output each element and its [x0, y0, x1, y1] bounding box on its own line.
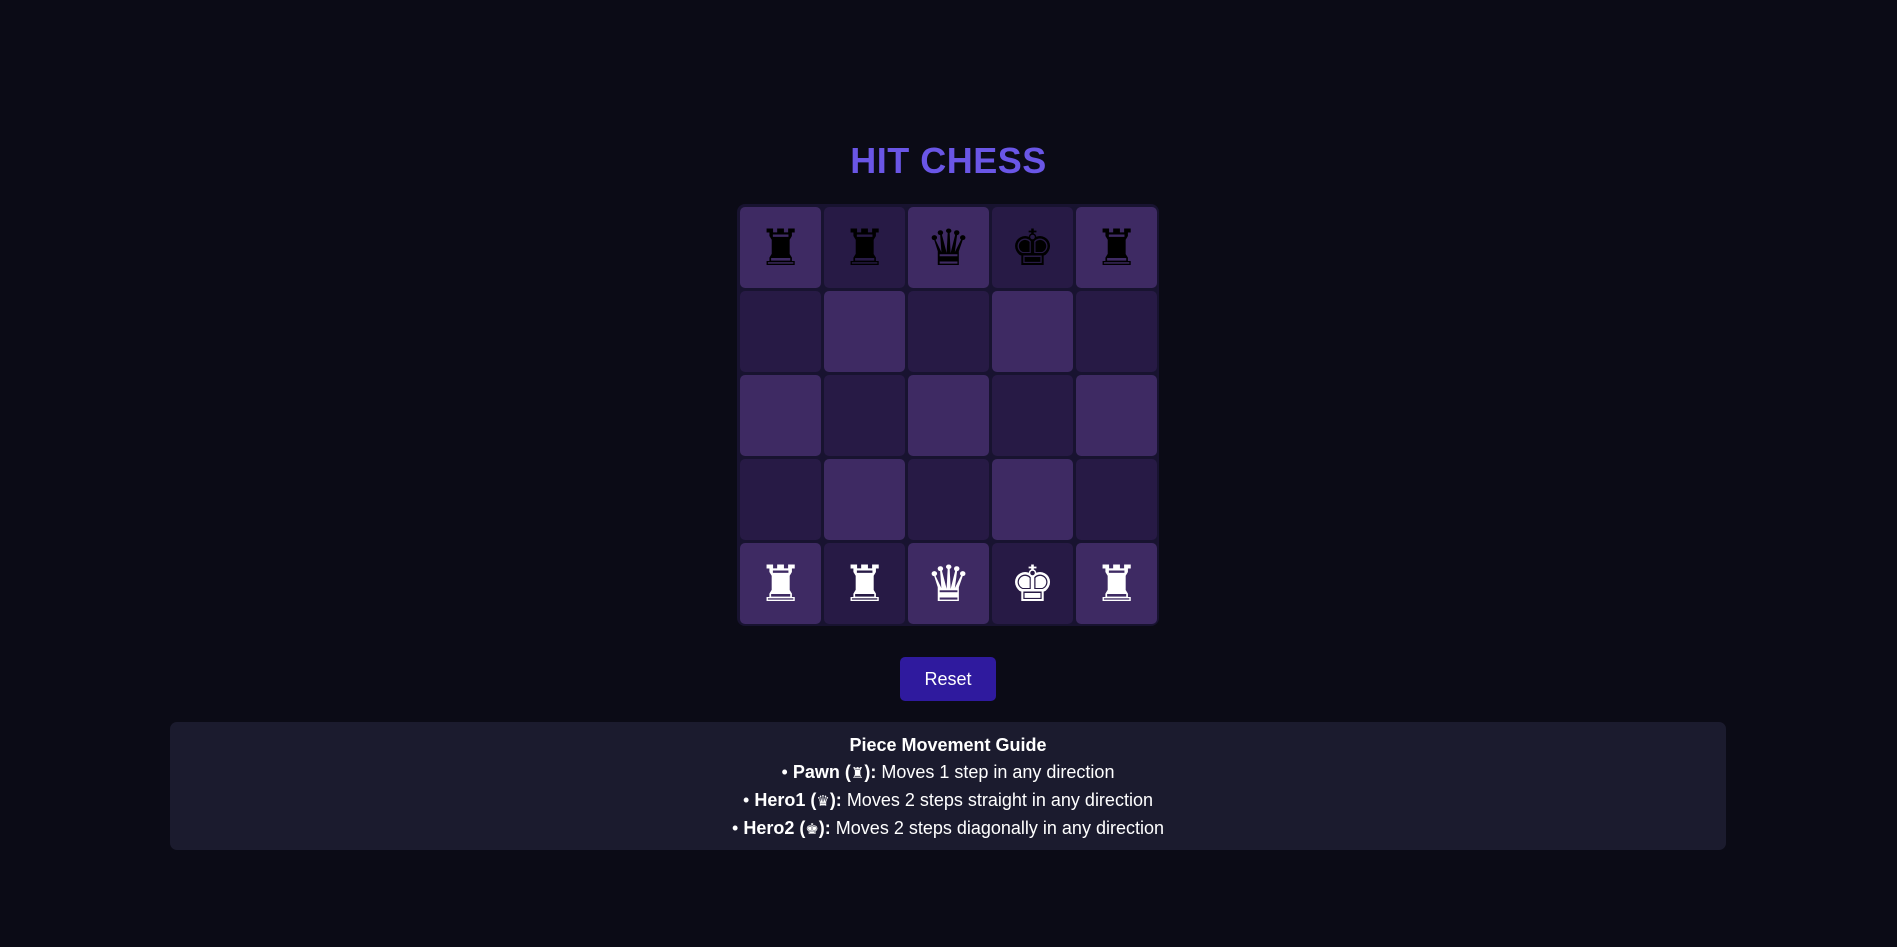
guide-piece-name: Hero2 ( [743, 818, 806, 838]
board-cell-r3-c4[interactable] [992, 375, 1073, 456]
black-queen-piece[interactable]: ♛ [926, 223, 971, 273]
board-cell-r4-c3[interactable] [908, 459, 989, 540]
board-cell-r1-c5[interactable]: ♜ [1076, 207, 1157, 288]
board-cell-r2-c3[interactable] [908, 291, 989, 372]
board-cell-r5-c5[interactable]: ♜ [1076, 543, 1157, 624]
black-rook-piece[interactable]: ♜ [758, 223, 803, 273]
white-rook-piece[interactable]: ♜ [1094, 559, 1139, 609]
board-cell-r4-c1[interactable] [740, 459, 821, 540]
board-cell-r4-c4[interactable] [992, 459, 1073, 540]
board-cell-r1-c4[interactable]: ♚ [992, 207, 1073, 288]
guide-row-label: Hero1 (♛): [754, 790, 841, 810]
guide-row: • Hero1 (♛): Moves 2 steps straight in a… [170, 787, 1726, 815]
white-rook-piece[interactable]: ♜ [842, 559, 887, 609]
board-cell-r3-c5[interactable] [1076, 375, 1157, 456]
white-queen-piece[interactable]: ♛ [926, 559, 971, 609]
board-cell-r2-c5[interactable] [1076, 291, 1157, 372]
board-cell-r1-c2[interactable]: ♜ [824, 207, 905, 288]
guide-label-end: ): [864, 762, 877, 782]
guide-row: • Hero2 (♚): Moves 2 steps diagonally in… [170, 815, 1726, 843]
board-cell-r4-c2[interactable] [824, 459, 905, 540]
guide-row: • Pawn (♜): Moves 1 step in any directio… [170, 759, 1726, 787]
guide-piece-icon: ♜ [850, 764, 865, 782]
guide-bullet: • [743, 790, 755, 810]
guide-label-end: ): [829, 790, 842, 810]
guide-description: Moves 2 steps diagonally in any directio… [830, 818, 1164, 838]
guide-label-end: ): [818, 818, 831, 838]
board-cell-r1-c3[interactable]: ♛ [908, 207, 989, 288]
movement-guide: Piece Movement Guide • Pawn (♜): Moves 1… [170, 722, 1726, 850]
board-cell-r5-c4[interactable]: ♚ [992, 543, 1073, 624]
guide-row-label: Pawn (♜): [793, 762, 876, 782]
game-page: HIT CHESS ♜ ♜ ♛ ♚ ♜ ♜ ♜ ♛ ♚ ♜ Reset Piece Movemen… [0, 0, 1897, 947]
guide-title: Piece Movement Guide [849, 735, 1047, 755]
board-cell-r2-c1[interactable] [740, 291, 821, 372]
board-cell-r2-c4[interactable] [992, 291, 1073, 372]
white-rook-piece[interactable]: ♜ [758, 559, 803, 609]
board-cell-r5-c2[interactable]: ♜ [824, 543, 905, 624]
guide-rows: • Pawn (♜): Moves 1 step in any directio… [170, 759, 1726, 843]
guide-piece-name: Pawn ( [792, 762, 851, 782]
black-king-piece[interactable]: ♚ [1010, 223, 1055, 273]
guide-piece-icon: ♛ [816, 792, 830, 810]
board-cell-r4-c5[interactable] [1076, 459, 1157, 540]
guide-description: Moves 1 step in any direction [876, 762, 1115, 782]
board-cell-r5-c1[interactable]: ♜ [740, 543, 821, 624]
board-cell-r2-c2[interactable] [824, 291, 905, 372]
board-cell-r3-c1[interactable] [740, 375, 821, 456]
guide-bullet: • [732, 818, 744, 838]
reset-button[interactable]: Reset [900, 657, 996, 701]
black-rook-piece[interactable]: ♜ [842, 223, 887, 273]
black-rook-piece[interactable]: ♜ [1094, 223, 1139, 273]
chess-board: ♜ ♜ ♛ ♚ ♜ ♜ ♜ ♛ ♚ ♜ [737, 204, 1159, 626]
board-cell-r3-c3[interactable] [908, 375, 989, 456]
guide-bullet: • [781, 762, 793, 782]
page-title: HIT CHESS [850, 140, 1047, 181]
guide-row-label: Hero2 (♚): [743, 818, 830, 838]
board-cell-r5-c3[interactable]: ♛ [908, 543, 989, 624]
white-king-piece[interactable]: ♚ [1010, 559, 1055, 609]
board-cell-r3-c2[interactable] [824, 375, 905, 456]
guide-piece-name: Hero1 ( [754, 790, 817, 810]
guide-piece-icon: ♚ [805, 820, 819, 838]
board-cell-r1-c1[interactable]: ♜ [740, 207, 821, 288]
guide-description: Moves 2 steps straight in any direction [841, 790, 1153, 810]
